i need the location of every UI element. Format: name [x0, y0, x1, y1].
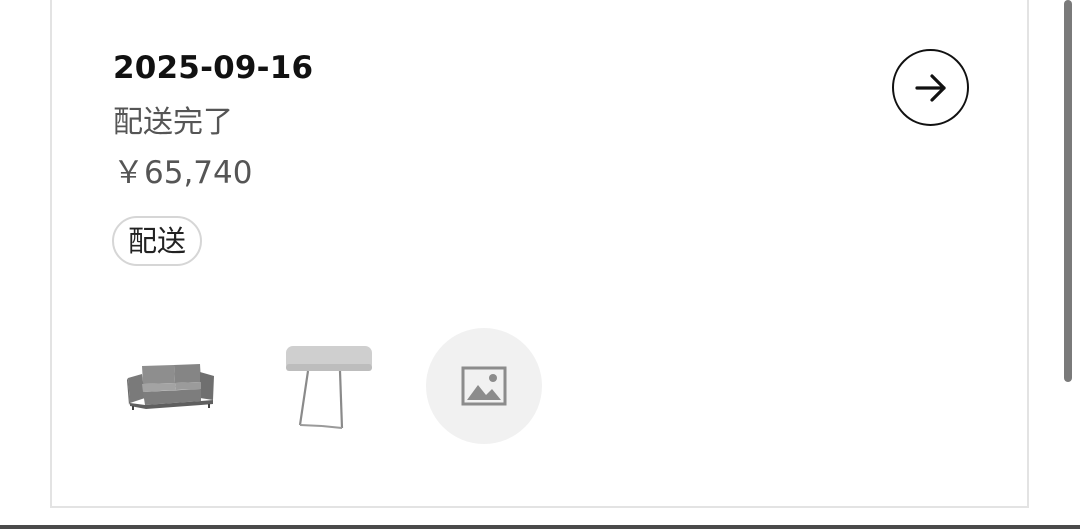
scrollbar[interactable]	[1064, 0, 1072, 382]
order-history-page: 2025-09-16 配送完了 ￥65,740 配送	[0, 0, 1080, 529]
image-placeholder-icon	[461, 366, 507, 406]
sofa-image	[127, 364, 214, 410]
bottom-divider	[0, 525, 1080, 529]
order-price: ￥65,740	[113, 155, 253, 191]
order-detail-button[interactable]	[892, 49, 969, 126]
image-placeholder[interactable]	[426, 328, 542, 444]
sofa-thumbnail[interactable]	[112, 328, 228, 444]
order-card[interactable]: 2025-09-16 配送完了 ￥65,740 配送	[50, 0, 1029, 508]
order-status: 配送完了	[113, 105, 233, 140]
delivery-method-tag: 配送	[112, 216, 203, 266]
arrow-right-icon	[914, 73, 946, 102]
order-date: 2025-09-16	[113, 50, 314, 86]
headrest-thumbnail[interactable]	[284, 328, 400, 444]
headrest-image	[286, 346, 372, 429]
